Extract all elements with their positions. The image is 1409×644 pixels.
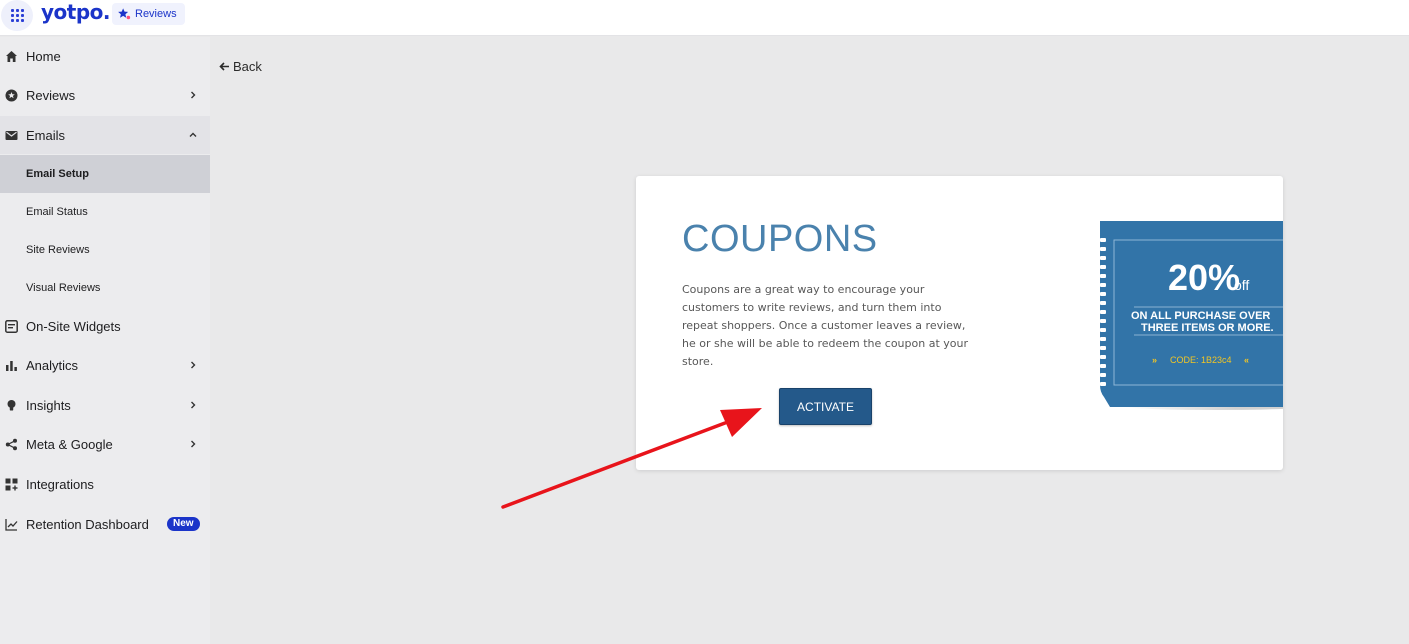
sidebar-item-reviews[interactable]: Reviews xyxy=(0,76,210,114)
integrations-icon xyxy=(5,478,18,491)
coupon-perforation xyxy=(1100,355,1106,359)
chevron-right-icon xyxy=(191,361,196,369)
sidebar-item-analytics[interactable]: Analytics xyxy=(0,346,210,384)
arrow-left-icon xyxy=(219,62,229,71)
coupon-perforation xyxy=(1100,247,1106,251)
lightbulb-icon xyxy=(5,399,18,412)
sidebar-subitem-email-setup[interactable]: Email Setup xyxy=(0,155,210,193)
top-bar: yotpo. Reviews xyxy=(0,0,1409,36)
coupon-perforation xyxy=(1100,337,1106,341)
sidebar-item-on-site-widgets[interactable]: On-Site Widgets xyxy=(0,307,210,345)
sidebar-subitem-visual-reviews[interactable]: Visual Reviews xyxy=(0,269,210,307)
back-label: Back xyxy=(233,59,262,74)
chevron-up-icon xyxy=(189,132,197,137)
coupons-title: COUPONS xyxy=(682,218,878,260)
coupon-perforation xyxy=(1100,364,1106,368)
sidebar-item-label: Analytics xyxy=(26,357,79,373)
coupon-perforation xyxy=(1100,310,1106,314)
bar-chart-icon xyxy=(5,359,18,372)
chevron-right-icon xyxy=(191,401,196,409)
grid-icon xyxy=(10,9,24,22)
yotpo-logo[interactable]: yotpo. xyxy=(41,0,111,24)
coupon-perforation xyxy=(1100,319,1106,323)
coupon-perforation xyxy=(1100,346,1106,350)
new-badge: New xyxy=(167,517,200,531)
sidebar-item-insights[interactable]: Insights xyxy=(0,386,210,424)
coupon-chevrons-right: « xyxy=(1244,355,1249,365)
coupons-card: COUPONS Coupons are a great way to encou… xyxy=(636,176,1283,470)
coupon-illustration: 20% off ON ALL PURCHASE OVER THREE ITEMS… xyxy=(1100,221,1283,410)
coupon-off: off xyxy=(1234,277,1249,293)
app-switcher-button[interactable] xyxy=(1,0,33,31)
product-label: Reviews xyxy=(135,8,177,20)
coupon-percent: 20% xyxy=(1168,257,1240,298)
mail-icon xyxy=(5,129,18,142)
chevron-right-icon xyxy=(191,440,196,448)
star-icon xyxy=(118,8,131,20)
home-icon xyxy=(5,50,18,63)
coupon-line2: THREE ITEMS OR MORE. xyxy=(1141,322,1274,334)
chevron-right-icon xyxy=(191,91,196,99)
activate-button[interactable]: ACTIVATE xyxy=(779,388,872,425)
coupon-perforation xyxy=(1100,328,1106,332)
coupon-perforation xyxy=(1100,373,1106,377)
sidebar-subitem-site-reviews[interactable]: Site Reviews xyxy=(0,231,210,269)
coupon-perforation xyxy=(1100,256,1106,260)
widget-icon xyxy=(5,319,18,333)
coupon-perforation xyxy=(1100,292,1106,296)
back-link[interactable]: Back xyxy=(219,59,262,74)
star-circle-icon xyxy=(5,89,18,102)
sidebar-subitem-email-status[interactable]: Email Status xyxy=(0,193,210,231)
coupon-perforation xyxy=(1100,382,1106,386)
coupon-line1: ON ALL PURCHASE OVER xyxy=(1131,310,1270,322)
sidebar-item-meta-google[interactable]: Meta & Google xyxy=(0,425,210,463)
share-icon xyxy=(5,438,18,451)
sidebar-item-label: Insights xyxy=(26,397,71,413)
sidebar-item-label: Reviews xyxy=(26,87,76,103)
coupon-perforation xyxy=(1100,301,1106,305)
coupon-code: CODE: 1B23c4 xyxy=(1170,355,1232,365)
coupon-chevrons-left: » xyxy=(1152,355,1157,365)
coupon-perforation xyxy=(1100,274,1106,278)
coupon-perforation xyxy=(1100,265,1106,269)
sidebar-item-label: Emails xyxy=(26,127,66,143)
sidebar-item-retention-dashboard[interactable]: Retention Dashboard New xyxy=(0,505,210,543)
product-switcher[interactable]: Reviews xyxy=(112,3,185,25)
coupons-description: Coupons are a great way to encourage you… xyxy=(682,283,968,368)
line-chart-icon xyxy=(5,518,18,531)
sidebar-item-label: Retention Dashboard xyxy=(26,516,149,532)
coupon-perforation xyxy=(1100,238,1106,242)
sidebar-item-label: On-Site Widgets xyxy=(26,318,121,334)
sidebar-item-label: Meta & Google xyxy=(26,436,113,452)
sidebar-item-home[interactable]: Home xyxy=(0,37,210,75)
sidebar: Home Reviews Emails Email Setup Email St… xyxy=(0,37,210,644)
sidebar-item-label: Integrations xyxy=(26,476,94,492)
sidebar-item-integrations[interactable]: Integrations xyxy=(0,465,210,503)
sidebar-item-label: Home xyxy=(26,48,61,64)
coupon-perforation xyxy=(1100,283,1106,287)
sidebar-item-emails[interactable]: Emails xyxy=(0,116,210,154)
